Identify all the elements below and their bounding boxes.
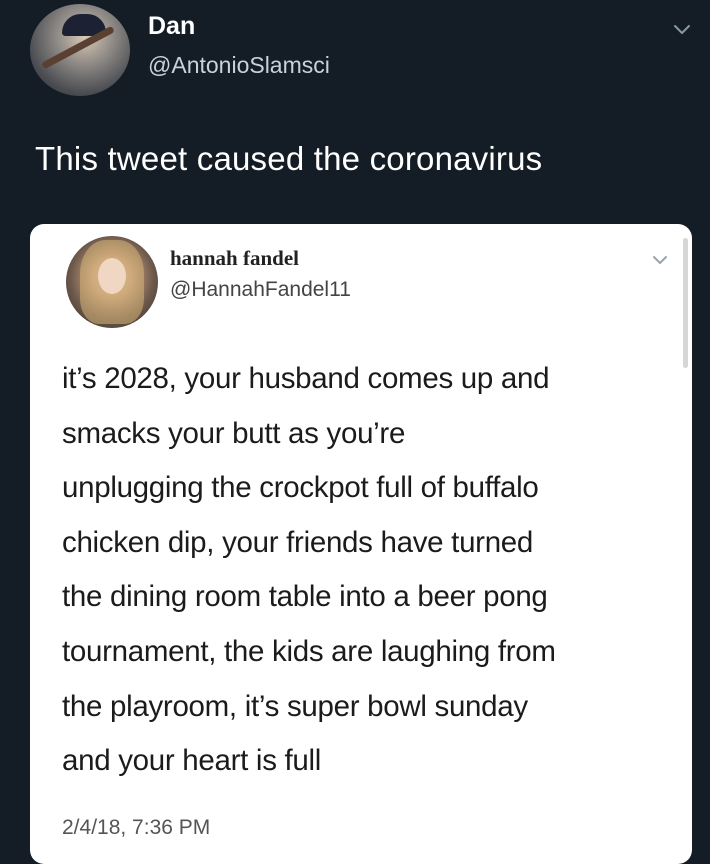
face-graphic xyxy=(98,258,126,294)
quoted-tweet-line: it’s 2028, your husband comes up and xyxy=(62,362,550,395)
avatar[interactable] xyxy=(30,4,130,96)
chevron-down-icon[interactable] xyxy=(670,18,694,42)
quoted-tweet-line: the playroom, it’s super bowl sunday xyxy=(62,689,528,723)
quoted-author-handle[interactable]: @HannahFandel11 xyxy=(170,278,351,302)
quoted-tweet-line: the dining room table into a beer pong xyxy=(62,580,548,614)
avatar[interactable] xyxy=(66,236,158,328)
quoted-tweet-line: smacks your butt as you’re xyxy=(62,416,406,450)
quoted-tweet-line: chicken dip, your friends have turned xyxy=(62,525,534,559)
timestamp[interactable]: 2/4/18, 7:36 PM xyxy=(62,816,210,840)
quoted-author-name[interactable]: hannah fandel xyxy=(170,246,299,271)
chevron-down-icon[interactable] xyxy=(650,250,670,270)
tweet-text: This tweet caused the coronavirus xyxy=(35,140,543,177)
quoted-tweet-line: tournament, the kids are laughing from xyxy=(62,634,556,668)
scrollbar[interactable] xyxy=(683,238,688,368)
author-handle[interactable]: @AntonioSlamsci xyxy=(148,52,330,79)
quoted-tweet-text: it’s 2028, your husband comes up and sma… xyxy=(62,352,674,789)
author-name[interactable]: Dan xyxy=(148,12,195,41)
quoted-tweet-line: and your heart is full xyxy=(62,744,322,778)
quoted-tweet-line: unplugging the crockpot full of buffalo xyxy=(62,471,539,505)
quoted-tweet-card[interactable]: hannah fandel @HannahFandel11 it’s 2028,… xyxy=(30,224,692,864)
